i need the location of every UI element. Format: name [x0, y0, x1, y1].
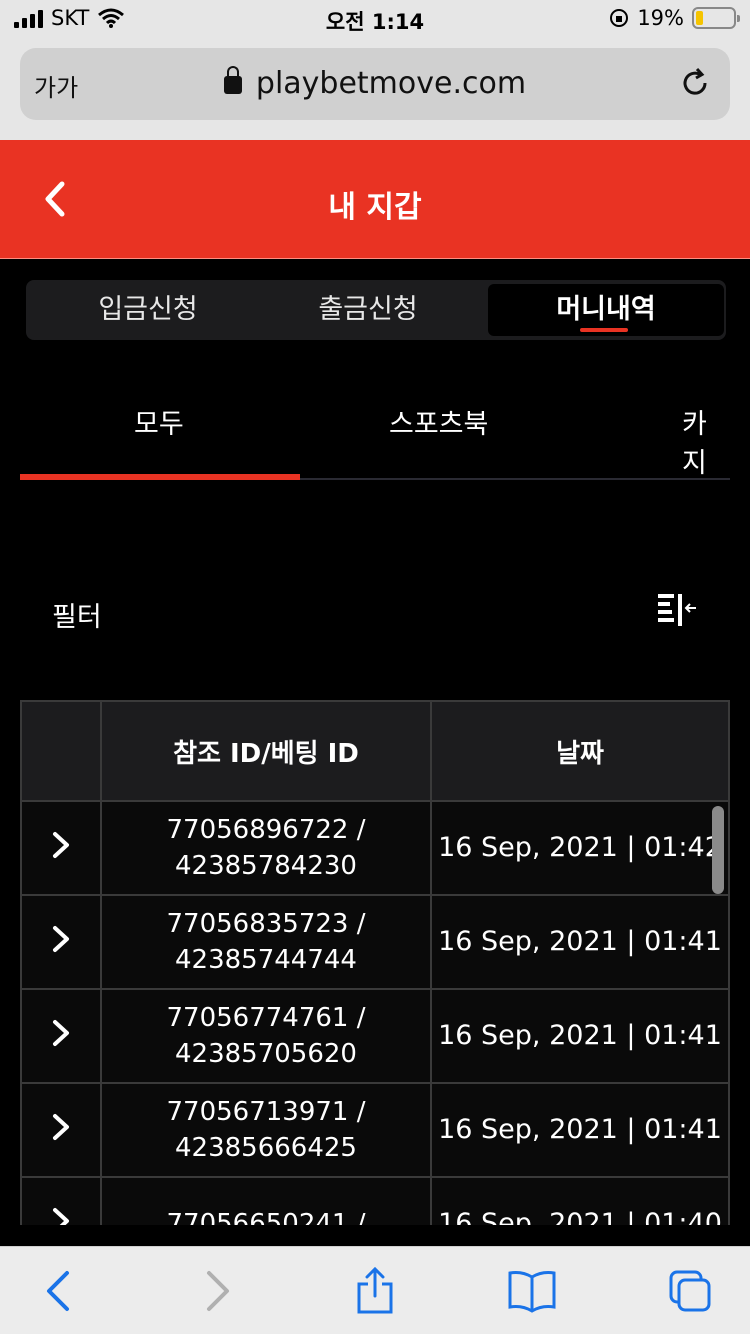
tabs-icon — [669, 1270, 711, 1312]
tab-money-history[interactable]: 머니내역 — [488, 284, 724, 336]
browser-back-button[interactable] — [30, 1265, 86, 1317]
share-icon — [357, 1266, 393, 1314]
orientation-lock-icon — [610, 9, 629, 27]
active-tab-underline — [580, 328, 628, 332]
url-text: playbetmove.com — [255, 66, 527, 101]
ref-id-cell: 77056835723 / 42385744744 — [100, 894, 432, 990]
row-expand-cell[interactable] — [20, 894, 102, 990]
browser-tabs-button[interactable] — [662, 1265, 718, 1317]
ref-id-cell: 77056713971 / 42385666425 — [100, 1082, 432, 1178]
table-header-row: 참조 ID/베팅 ID 날짜 — [20, 700, 730, 802]
chevron-right-icon — [53, 925, 69, 952]
table-header-expand — [20, 700, 102, 802]
status-right: 19% — [609, 6, 740, 30]
table-row[interactable]: 77056774761 / 42385705620 16 Sep, 2021 | 0… — [20, 988, 730, 1084]
bookmarks-icon — [508, 1271, 556, 1313]
reference-id: 77056774761 / — [166, 1003, 366, 1033]
reference-id: 77056896722 / — [166, 815, 366, 845]
history-table: 참조 ID/베팅 ID 날짜 77056896722 / 42385784230 1… — [20, 700, 730, 1225]
row-expand-cell[interactable] — [20, 988, 102, 1084]
url-display[interactable]: playbetmove.com — [20, 66, 730, 101]
chevron-right-icon — [53, 1207, 69, 1225]
date-cell: 16 Sep, 2021 | 01:41 — [430, 1082, 730, 1178]
table-row[interactable]: 77056713971 / 42385666425 16 Sep, 2021 | 0… — [20, 1082, 730, 1178]
chevron-right-icon — [53, 1113, 69, 1140]
row-expand-cell[interactable] — [20, 800, 102, 896]
date-cell: 16 Sep, 2021 | 01:41 — [430, 894, 730, 990]
ref-id-cell: 77056896722 / 42385784230 — [100, 800, 432, 896]
browser-forward-button[interactable] — [190, 1265, 246, 1317]
category-tabs: 모두 스포츠북 카지 — [20, 392, 730, 480]
battery-fill — [696, 11, 703, 25]
battery-percent: 19% — [637, 6, 684, 30]
reload-icon[interactable] — [678, 66, 712, 100]
tab-all[interactable]: 모두 — [134, 402, 184, 441]
date-cell: 16 Sep, 2021 | 01:41 — [430, 988, 730, 1084]
page-title: 내 지갑 — [328, 190, 422, 225]
table-row[interactable]: 77056650241 / 16 Sep, 2021 | 01:40 — [20, 1176, 730, 1225]
chevron-right-icon — [53, 831, 69, 858]
reference-id: 77056713971 / — [166, 1097, 366, 1127]
bet-id: 42385705620 — [175, 1039, 357, 1069]
table-body: 77056896722 / 42385784230 16 Sep, 2021 | 0… — [20, 800, 730, 1225]
tab-sportsbook[interactable]: 스포츠북 — [389, 402, 488, 441]
app-header: 내 지갑 — [0, 140, 750, 259]
history-table-container[interactable]: 참조 ID/베팅 ID 날짜 77056896722 / 42385784230 1… — [20, 700, 730, 1225]
chevron-right-icon — [53, 1019, 69, 1046]
table-row[interactable]: 77056896722 / 42385784230 16 Sep, 2021 | 0… — [20, 800, 730, 896]
tab-money-history-label: 머니내역 — [556, 294, 656, 325]
row-expand-cell[interactable] — [20, 1176, 102, 1225]
filter-collapse-icon[interactable] — [656, 592, 700, 628]
row-expand-cell[interactable] — [20, 1082, 102, 1178]
browser-share-button[interactable] — [347, 1265, 403, 1317]
status-bar: SKT 오전 1:14 19% — [0, 0, 750, 40]
tab-deposit-request[interactable]: 입금신청 — [30, 284, 266, 336]
wallet-tabs: 입금신청 출금신청 머니내역 — [26, 280, 726, 340]
date-cell: 16 Sep, 2021 | 01:40 — [430, 1176, 730, 1225]
address-bar[interactable]: 가가 playbetmove.com — [20, 48, 730, 120]
table-header-ref-id: 참조 ID/베팅 ID — [100, 700, 432, 802]
tab-withdraw-request[interactable]: 출금신청 — [250, 284, 486, 336]
forward-arrow-icon — [207, 1271, 229, 1311]
back-arrow-icon — [47, 1271, 69, 1311]
reference-id: 77056835723 / — [166, 909, 366, 939]
lock-icon — [223, 66, 242, 94]
bet-id: 42385666425 — [175, 1133, 357, 1163]
filter-label: 필터 — [52, 602, 102, 633]
battery-icon — [692, 7, 740, 29]
ref-id-cell: 77056774761 / 42385705620 — [100, 988, 432, 1084]
date-cell: 16 Sep, 2021 | 01:42 — [430, 800, 730, 896]
table-scrollbar[interactable] — [712, 806, 724, 894]
browser-bookmarks-button[interactable] — [504, 1265, 560, 1317]
table-header-date: 날짜 — [430, 700, 730, 802]
bet-id: 42385744744 — [175, 945, 357, 975]
table-row[interactable]: 77056835723 / 42385744744 16 Sep, 2021 | 0… — [20, 894, 730, 990]
tab-casino[interactable]: 카지 — [682, 402, 730, 480]
reference-id: 77056650241 / — [166, 1209, 366, 1225]
browser-toolbar — [0, 1246, 750, 1334]
ref-id-cell: 77056650241 / — [100, 1176, 432, 1225]
bet-id: 42385784230 — [175, 851, 357, 881]
active-subtab-indicator — [20, 474, 300, 480]
browser-address-area: 가가 playbetmove.com — [0, 40, 750, 140]
